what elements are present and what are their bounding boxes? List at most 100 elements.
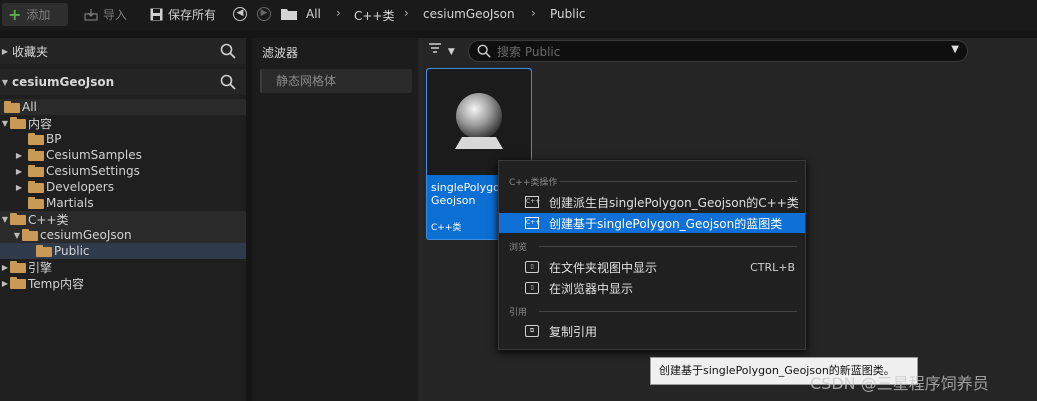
breadcrumb-public[interactable]: Public <box>550 7 586 21</box>
tree-item-label: 内容 <box>28 116 53 131</box>
folder-icon <box>281 9 297 20</box>
folder-icon <box>28 181 44 193</box>
tree-item-developers[interactable]: ▶ Developers <box>0 179 246 195</box>
tree-item-label: Temp内容 <box>28 276 84 291</box>
tree-item-public[interactable]: Public <box>0 243 246 259</box>
tree-item-engine[interactable]: ▶ 引擎 <box>0 259 246 275</box>
menu-item-label: 复制引用 <box>549 324 598 339</box>
filter-dropdown[interactable]: ▼ <box>428 42 462 60</box>
folder-icon <box>10 277 26 289</box>
search-input[interactable]: 搜索 Public ▼ <box>468 40 968 62</box>
menu-item-create-blueprint[interactable]: C++ 创建基于singlePolygon_Geojson的蓝图类 <box>499 213 805 233</box>
shortcut-label: CTRL+B <box>750 260 795 274</box>
filter-chip[interactable]: 静态网格体 <box>260 69 412 93</box>
menu-item-copy-reference[interactable]: ⧉ 复制引用 <box>499 321 805 341</box>
back-icon[interactable]: ◀ <box>233 7 247 21</box>
folder-open-icon <box>36 245 52 257</box>
filter-title: 滤波器 <box>262 46 299 60</box>
chevron-down-icon[interactable]: ▼ <box>951 44 959 55</box>
plus-icon: + <box>8 5 22 24</box>
favorites-header[interactable]: ▶ 收藏夹 <box>0 38 246 64</box>
folder-icon <box>28 133 44 145</box>
tree-item-bp[interactable]: BP <box>0 131 246 147</box>
folder-icon <box>10 261 26 273</box>
sources-panel: ▶ 收藏夹 ▼ cesiumGeoJson All ▼ 内容 BP ▶ Cesi… <box>0 38 246 401</box>
save-all-label: 保存所有 <box>168 8 217 22</box>
add-label: 添加 <box>26 8 51 22</box>
chevron-right-icon: ▶ <box>15 166 23 176</box>
menu-divider <box>539 246 797 247</box>
chevron-right-icon: ▶ <box>1 46 9 56</box>
chevron-right-icon: ▶ <box>15 182 23 192</box>
save-all-button[interactable]: 保存所有 <box>144 3 222 26</box>
chevron-down-icon: ▼ <box>1 77 9 87</box>
chevron-down-icon: ▼ <box>1 118 9 128</box>
tree-item-label: 引擎 <box>28 260 53 275</box>
search-icon <box>477 44 491 58</box>
tree-item-label: CesiumSettings <box>46 164 140 178</box>
watermark: CSDN @三星程序饲养员 <box>810 374 989 393</box>
menu-section-reference: 引用 <box>509 308 528 318</box>
search-icon[interactable] <box>220 74 236 90</box>
tree-item-content[interactable]: ▼ 内容 <box>0 115 246 131</box>
tree-item-label: cesiumGeoJson <box>40 228 132 242</box>
favorites-title: 收藏夹 <box>12 44 49 59</box>
breadcrumb-cesiumgeojson[interactable]: cesiumGeoJson <box>423 7 515 21</box>
tree-item-martials[interactable]: Martials <box>0 195 246 211</box>
folder-open-icon <box>4 101 20 113</box>
menu-section-browse: 浏览 <box>509 243 528 253</box>
tree-item-temp-content[interactable]: ▶ Temp内容 <box>0 275 246 291</box>
menu-item-label: 创建派生自singlePolygon_Geojson的C++类 <box>549 195 799 210</box>
tree-item-label: All <box>22 100 37 114</box>
menu-divider <box>559 181 797 182</box>
breadcrumb-cpp[interactable]: C++类 <box>354 7 395 24</box>
folder-icon <box>28 197 44 209</box>
tree-item-label: Developers <box>46 180 114 194</box>
chevron-right-icon: ▶ <box>1 278 9 288</box>
search-placeholder: 搜索 Public <box>497 44 561 59</box>
search-icon[interactable] <box>220 43 236 59</box>
menu-item-label: 在文件夹视图中显示 <box>549 260 658 275</box>
breadcrumb-separator-icon: › <box>531 6 536 20</box>
project-header[interactable]: ▼ cesiumGeoJson <box>0 69 246 95</box>
menu-item-label: 创建基于singlePolygon_Geojson的蓝图类 <box>549 216 783 231</box>
import-icon <box>84 8 98 21</box>
folder-search-icon: ▯ <box>525 282 539 294</box>
menu-item-show-in-browser[interactable]: ▯ 在浏览器中显示 <box>499 278 805 298</box>
menu-item-show-in-folder[interactable]: ▯ 在文件夹视图中显示 CTRL+B <box>499 257 805 277</box>
forward-icon[interactable]: ▶ <box>257 7 271 21</box>
menu-item-label: 在浏览器中显示 <box>549 281 634 296</box>
chevron-right-icon: ▶ <box>1 262 9 272</box>
tree-item-label: CesiumSamples <box>46 148 142 162</box>
blueprint-icon: C++ <box>525 217 540 229</box>
tree-item-cesiumgeojson[interactable]: ▼ cesiumGeoJson <box>0 227 246 243</box>
add-button[interactable]: + 添加 <box>2 3 68 26</box>
save-icon <box>150 8 163 21</box>
context-menu: C++类操作 C++ 创建派生自singlePolygon_Geojson的C+… <box>498 160 806 350</box>
tree-item-label: C++类 <box>28 212 69 227</box>
menu-section-cpp: C++类操作 <box>509 178 558 188</box>
breadcrumb-all[interactable]: All <box>306 7 321 21</box>
tree-item-cesiumsamples[interactable]: ▶ CesiumSamples <box>0 147 246 163</box>
chevron-down-icon: ▼ <box>1 214 9 224</box>
breadcrumb-separator-icon: › <box>336 6 341 20</box>
project-title: cesiumGeoJson <box>12 75 115 89</box>
chevron-right-icon: ▶ <box>15 150 23 160</box>
tree-item-label: BP <box>46 132 62 146</box>
chevron-down-icon: ▼ <box>447 47 455 57</box>
menu-divider <box>539 311 797 312</box>
folder-icon <box>28 149 44 161</box>
folder-icon <box>28 165 44 177</box>
folder-open-icon <box>10 213 26 225</box>
tree-item-label: Public <box>54 244 90 258</box>
folder-open-icon <box>22 229 38 241</box>
breadcrumb-separator-icon: › <box>404 6 409 20</box>
tree-item-cesiumsettings[interactable]: ▶ CesiumSettings <box>0 163 246 179</box>
tree-item-all[interactable]: All <box>0 99 246 115</box>
menu-item-create-derived-cpp[interactable]: C++ 创建派生自singlePolygon_Geojson的C++类 <box>499 192 805 212</box>
import-button[interactable]: 导入 <box>78 3 133 26</box>
copy-icon: ⧉ <box>525 325 539 337</box>
folder-search-icon: ▯ <box>525 261 539 273</box>
import-label: 导入 <box>103 8 128 22</box>
tree-item-cpp-classes[interactable]: ▼ C++类 <box>0 211 246 227</box>
